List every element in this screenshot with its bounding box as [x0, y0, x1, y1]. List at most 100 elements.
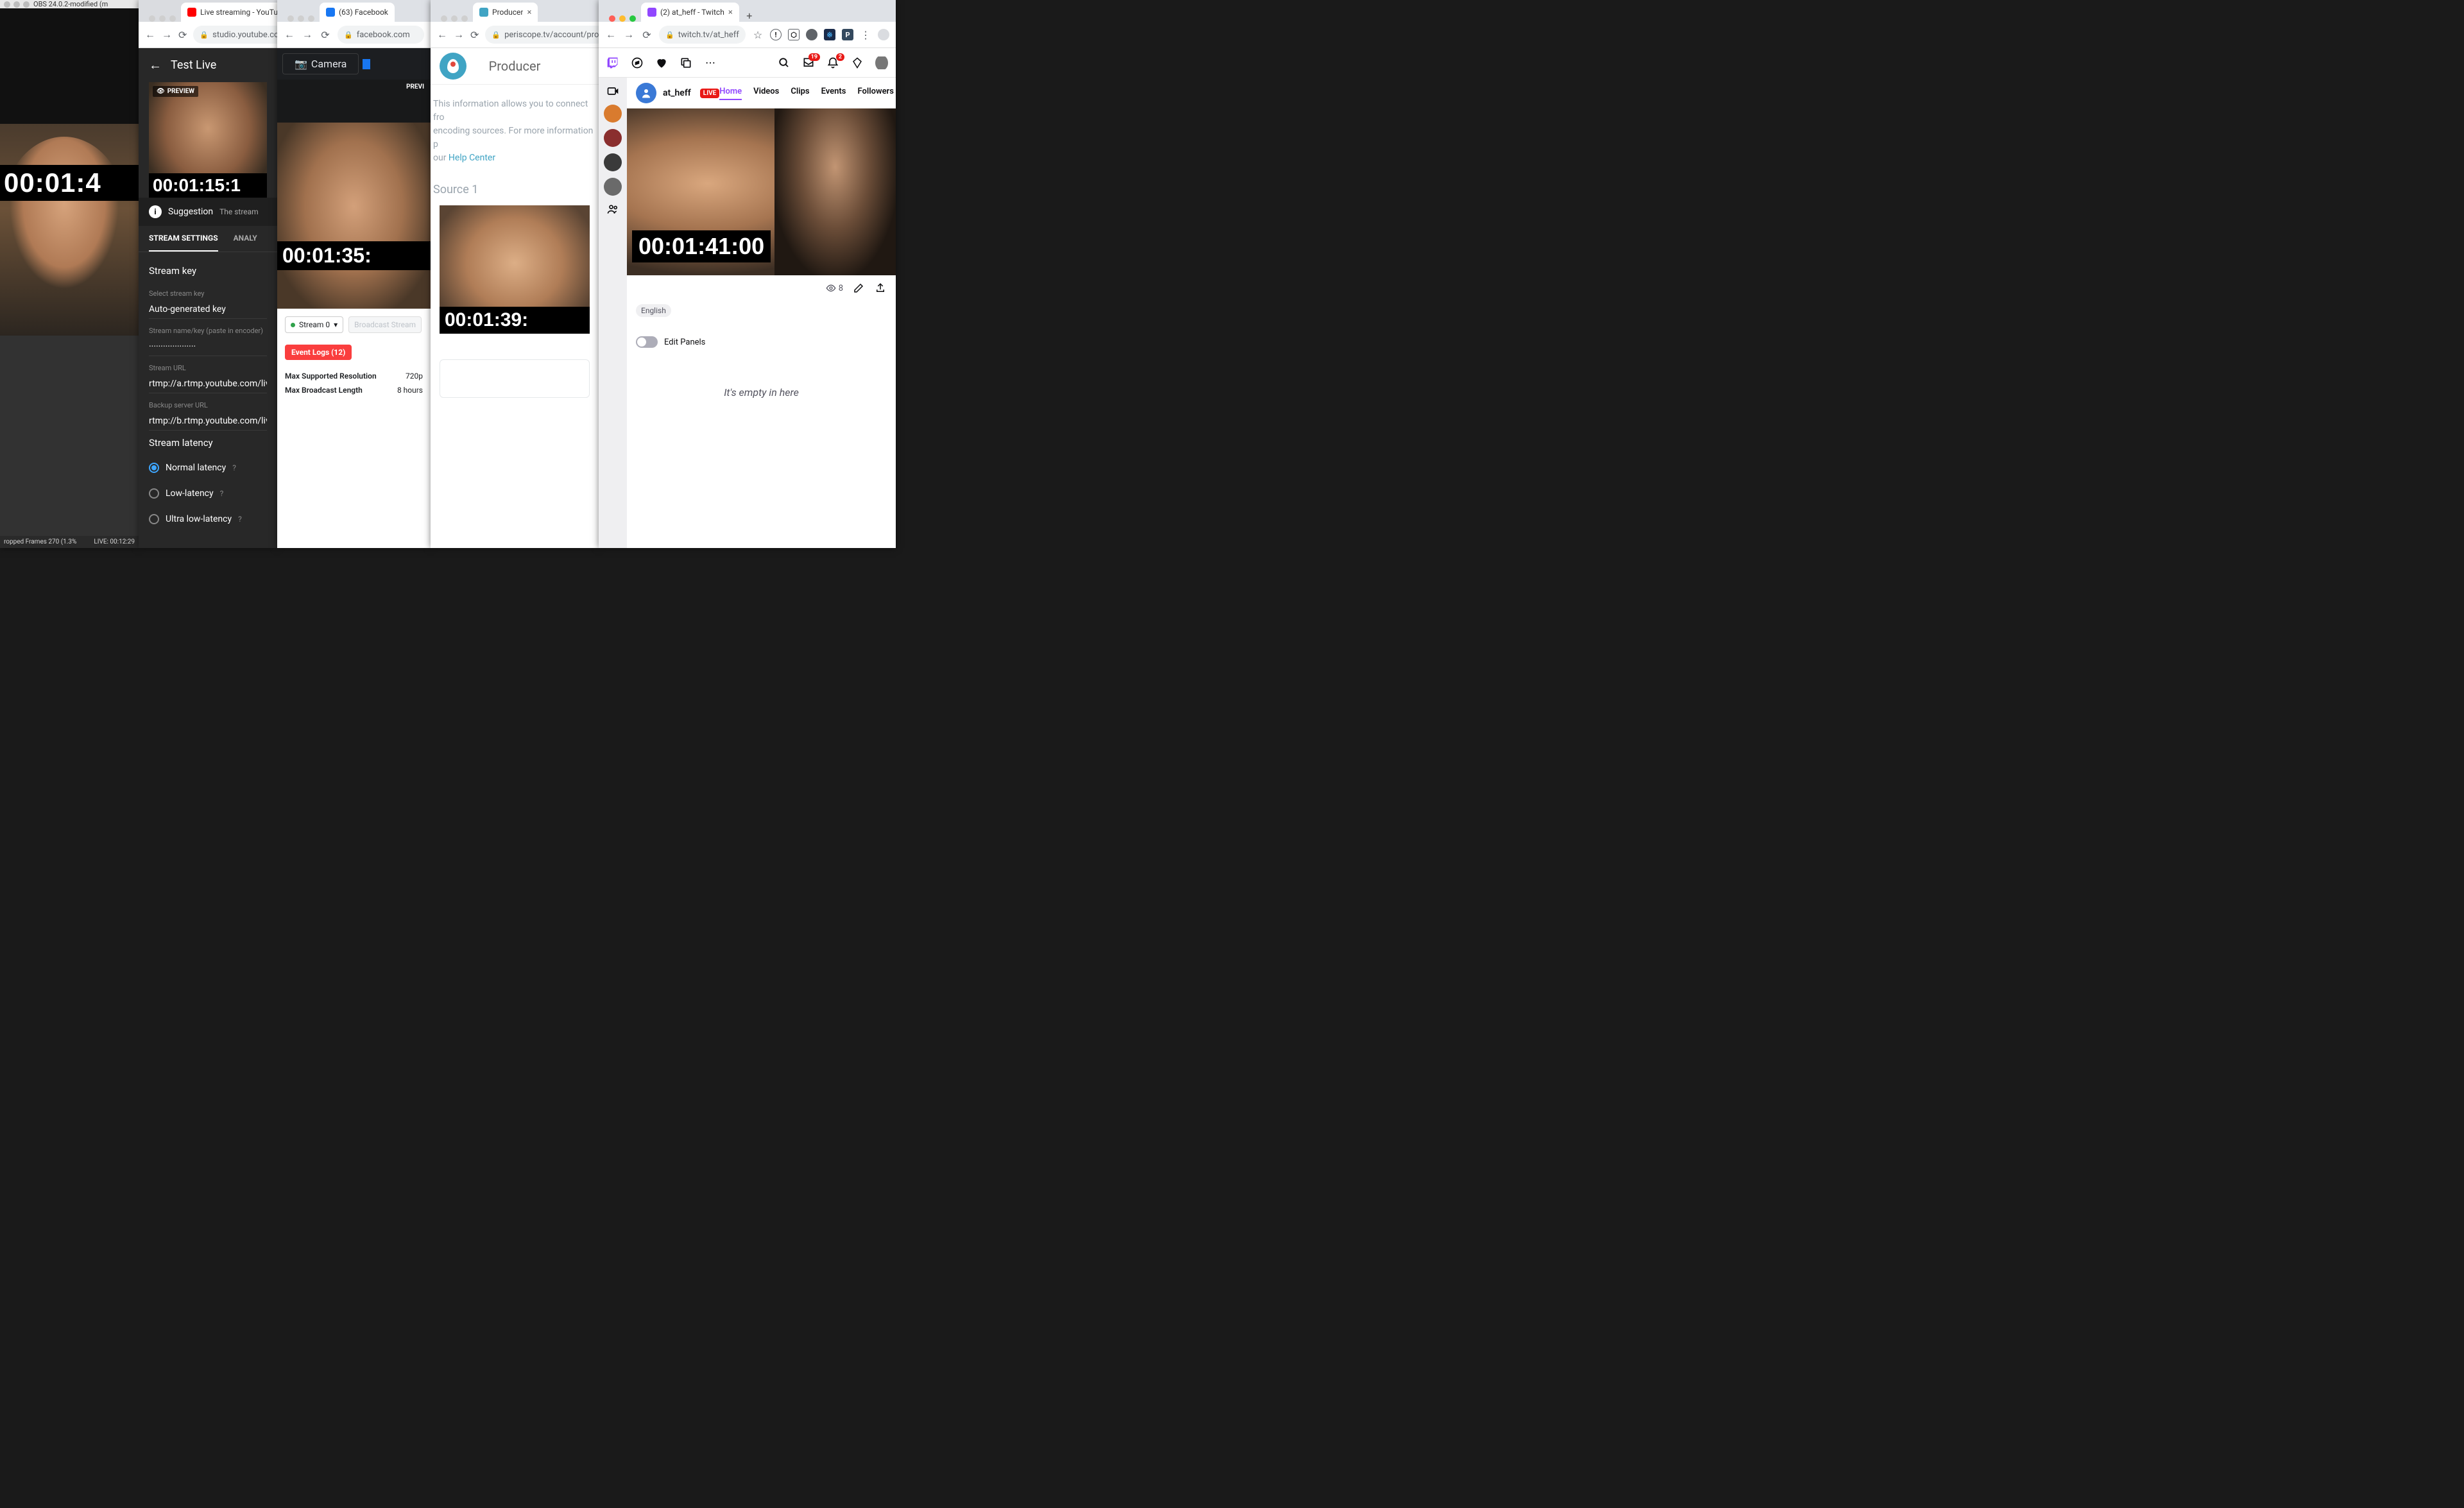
twitch-favicon-icon	[647, 8, 656, 17]
latency-option-normal[interactable]: Normal latency ?	[149, 456, 267, 479]
browser-tabstrip: Producer ×	[431, 0, 599, 22]
backup-url-field[interactable]: rtmp://b.rtmp.youtube.com/liv	[149, 412, 267, 431]
copy-icon[interactable]	[680, 56, 692, 69]
notifications-icon[interactable]: 2	[826, 56, 839, 69]
tab-events[interactable]: Events	[821, 87, 846, 100]
broadcast-button[interactable]: Broadcast Stream	[348, 316, 422, 333]
meta-length-label: Max Broadcast Length	[285, 386, 363, 395]
help-center-link[interactable]: Help Center	[449, 153, 495, 163]
radio-icon	[149, 488, 159, 499]
camera-tab-button[interactable]: 📷 Camera	[282, 53, 359, 74]
latency-option-ultra[interactable]: Ultra low-latency ?	[149, 508, 267, 531]
periscope-logo-icon[interactable]	[440, 53, 466, 80]
channel-username[interactable]: at_heff	[663, 88, 691, 98]
more-icon[interactable]: ⋯	[704, 56, 717, 69]
tab-stream-settings[interactable]: STREAM SETTINGS	[149, 226, 218, 252]
preview-chip: 👁 PREVIEW	[153, 86, 198, 97]
back-arrow-button[interactable]: ←	[149, 57, 162, 73]
address-bar[interactable]: 🔒 twitch.tv/at_heff	[659, 26, 746, 44]
meta-resolution-value: 720p	[406, 372, 423, 381]
extension-icon[interactable]	[806, 29, 817, 40]
select-key-dropdown[interactable]: Auto-generated key	[149, 300, 267, 319]
extension-icon[interactable]: ※	[824, 29, 835, 40]
address-bar[interactable]: 🔒 facebook.com	[338, 26, 424, 44]
help-icon[interactable]: ?	[220, 489, 224, 498]
help-icon[interactable]: ?	[238, 515, 242, 524]
reload-button[interactable]: ⟳	[320, 29, 331, 40]
help-icon[interactable]: ?	[232, 463, 236, 472]
stream-selector-dropdown[interactable]: Stream 0 ▾	[285, 316, 343, 333]
channel-tabs: Home Videos Clips Events Followers	[719, 87, 894, 100]
tab-close-button[interactable]: ×	[728, 8, 733, 17]
edit-icon[interactable]	[852, 282, 865, 295]
friends-icon[interactable]	[606, 202, 620, 216]
connect-button[interactable]	[363, 59, 370, 69]
share-icon[interactable]	[874, 282, 887, 295]
source-form-box[interactable]	[440, 359, 590, 398]
extension-icon[interactable]: P	[842, 29, 853, 40]
heart-icon[interactable]	[655, 56, 668, 69]
search-icon[interactable]	[778, 56, 791, 69]
address-bar[interactable]: 🔒 studio.youtube.com	[193, 26, 277, 44]
window-controls[interactable]	[144, 15, 181, 22]
reload-button[interactable]: ⟳	[178, 29, 187, 40]
tab-analytics[interactable]: ANALY	[234, 226, 257, 252]
latency-option-low[interactable]: Low-latency ?	[149, 482, 267, 505]
browser-tab[interactable]: Producer ×	[473, 3, 538, 22]
youtube-favicon-icon	[187, 8, 196, 17]
reload-button[interactable]: ⟳	[470, 29, 479, 40]
radio-icon	[149, 514, 159, 524]
twitch-logo-icon[interactable]	[606, 56, 619, 69]
notif-badge: 2	[836, 53, 844, 61]
browser-tab[interactable]: Live streaming - YouTube S	[181, 3, 277, 22]
browser-tabstrip: (2) at_heff - Twitch × +	[599, 0, 896, 22]
back-button[interactable]: ←	[145, 29, 155, 40]
window-controls[interactable]	[604, 15, 641, 22]
window-controls[interactable]	[436, 15, 473, 22]
profile-avatar-icon[interactable]	[878, 29, 889, 40]
compass-icon[interactable]	[631, 56, 644, 69]
browser-menu-button[interactable]: ⋮	[860, 29, 871, 40]
forward-button[interactable]: →	[302, 29, 313, 40]
stream-name-field[interactable]: ····················	[149, 338, 267, 356]
inbox-icon[interactable]: 19	[802, 56, 815, 69]
suggestion-banner[interactable]: i Suggestion The stream	[139, 198, 277, 226]
language-tag[interactable]: English	[636, 304, 671, 317]
extension-icon[interactable]: ⬡	[788, 29, 800, 40]
tab-followers[interactable]: Followers	[857, 87, 893, 100]
back-button[interactable]: ←	[437, 29, 447, 40]
tab-clips[interactable]: Clips	[791, 87, 809, 100]
browser-tab[interactable]: (63) Facebook	[320, 3, 395, 22]
broadcast-icon[interactable]	[606, 84, 620, 98]
tab-close-button[interactable]: ×	[527, 8, 531, 17]
edit-panels-toggle[interactable]	[636, 336, 658, 348]
forward-button[interactable]: →	[162, 29, 172, 40]
twitch-window: (2) at_heff - Twitch × + ← → ⟳ 🔒 twitch.…	[599, 0, 896, 548]
followed-channel-avatar[interactable]	[604, 153, 622, 171]
event-logs-button[interactable]: Event Logs (12)	[285, 345, 352, 360]
forward-button[interactable]: →	[454, 29, 464, 40]
address-bar[interactable]: 🔒 periscope.tv/account/produc	[485, 26, 599, 44]
browser-tab[interactable]: (2) at_heff - Twitch ×	[641, 3, 739, 22]
stream-url-field[interactable]: rtmp://a.rtmp.youtube.com/liv	[149, 375, 267, 393]
extension-icon[interactable]: !	[770, 29, 782, 40]
back-button[interactable]: ←	[284, 29, 295, 40]
bookmark-star-icon[interactable]: ☆	[752, 29, 764, 40]
followed-channel-avatar[interactable]	[604, 178, 622, 196]
empty-state-text: It's empty in here	[627, 386, 896, 398]
video-player[interactable]: 00:01:41:00	[627, 108, 896, 275]
window-controls[interactable]	[4, 1, 30, 8]
user-avatar-icon[interactable]	[875, 56, 888, 69]
window-controls[interactable]	[282, 15, 320, 22]
suggestion-label: Suggestion	[168, 207, 213, 217]
followed-channel-avatar[interactable]	[604, 105, 622, 123]
forward-button[interactable]: →	[623, 29, 635, 40]
back-button[interactable]: ←	[605, 29, 617, 40]
tab-home[interactable]: Home	[719, 87, 742, 100]
bits-icon[interactable]	[851, 56, 864, 69]
new-tab-button[interactable]: +	[743, 9, 756, 22]
reload-button[interactable]: ⟳	[641, 29, 653, 40]
followed-channel-avatar[interactable]	[604, 129, 622, 147]
tab-videos[interactable]: Videos	[753, 87, 779, 100]
channel-avatar[interactable]	[636, 83, 656, 103]
